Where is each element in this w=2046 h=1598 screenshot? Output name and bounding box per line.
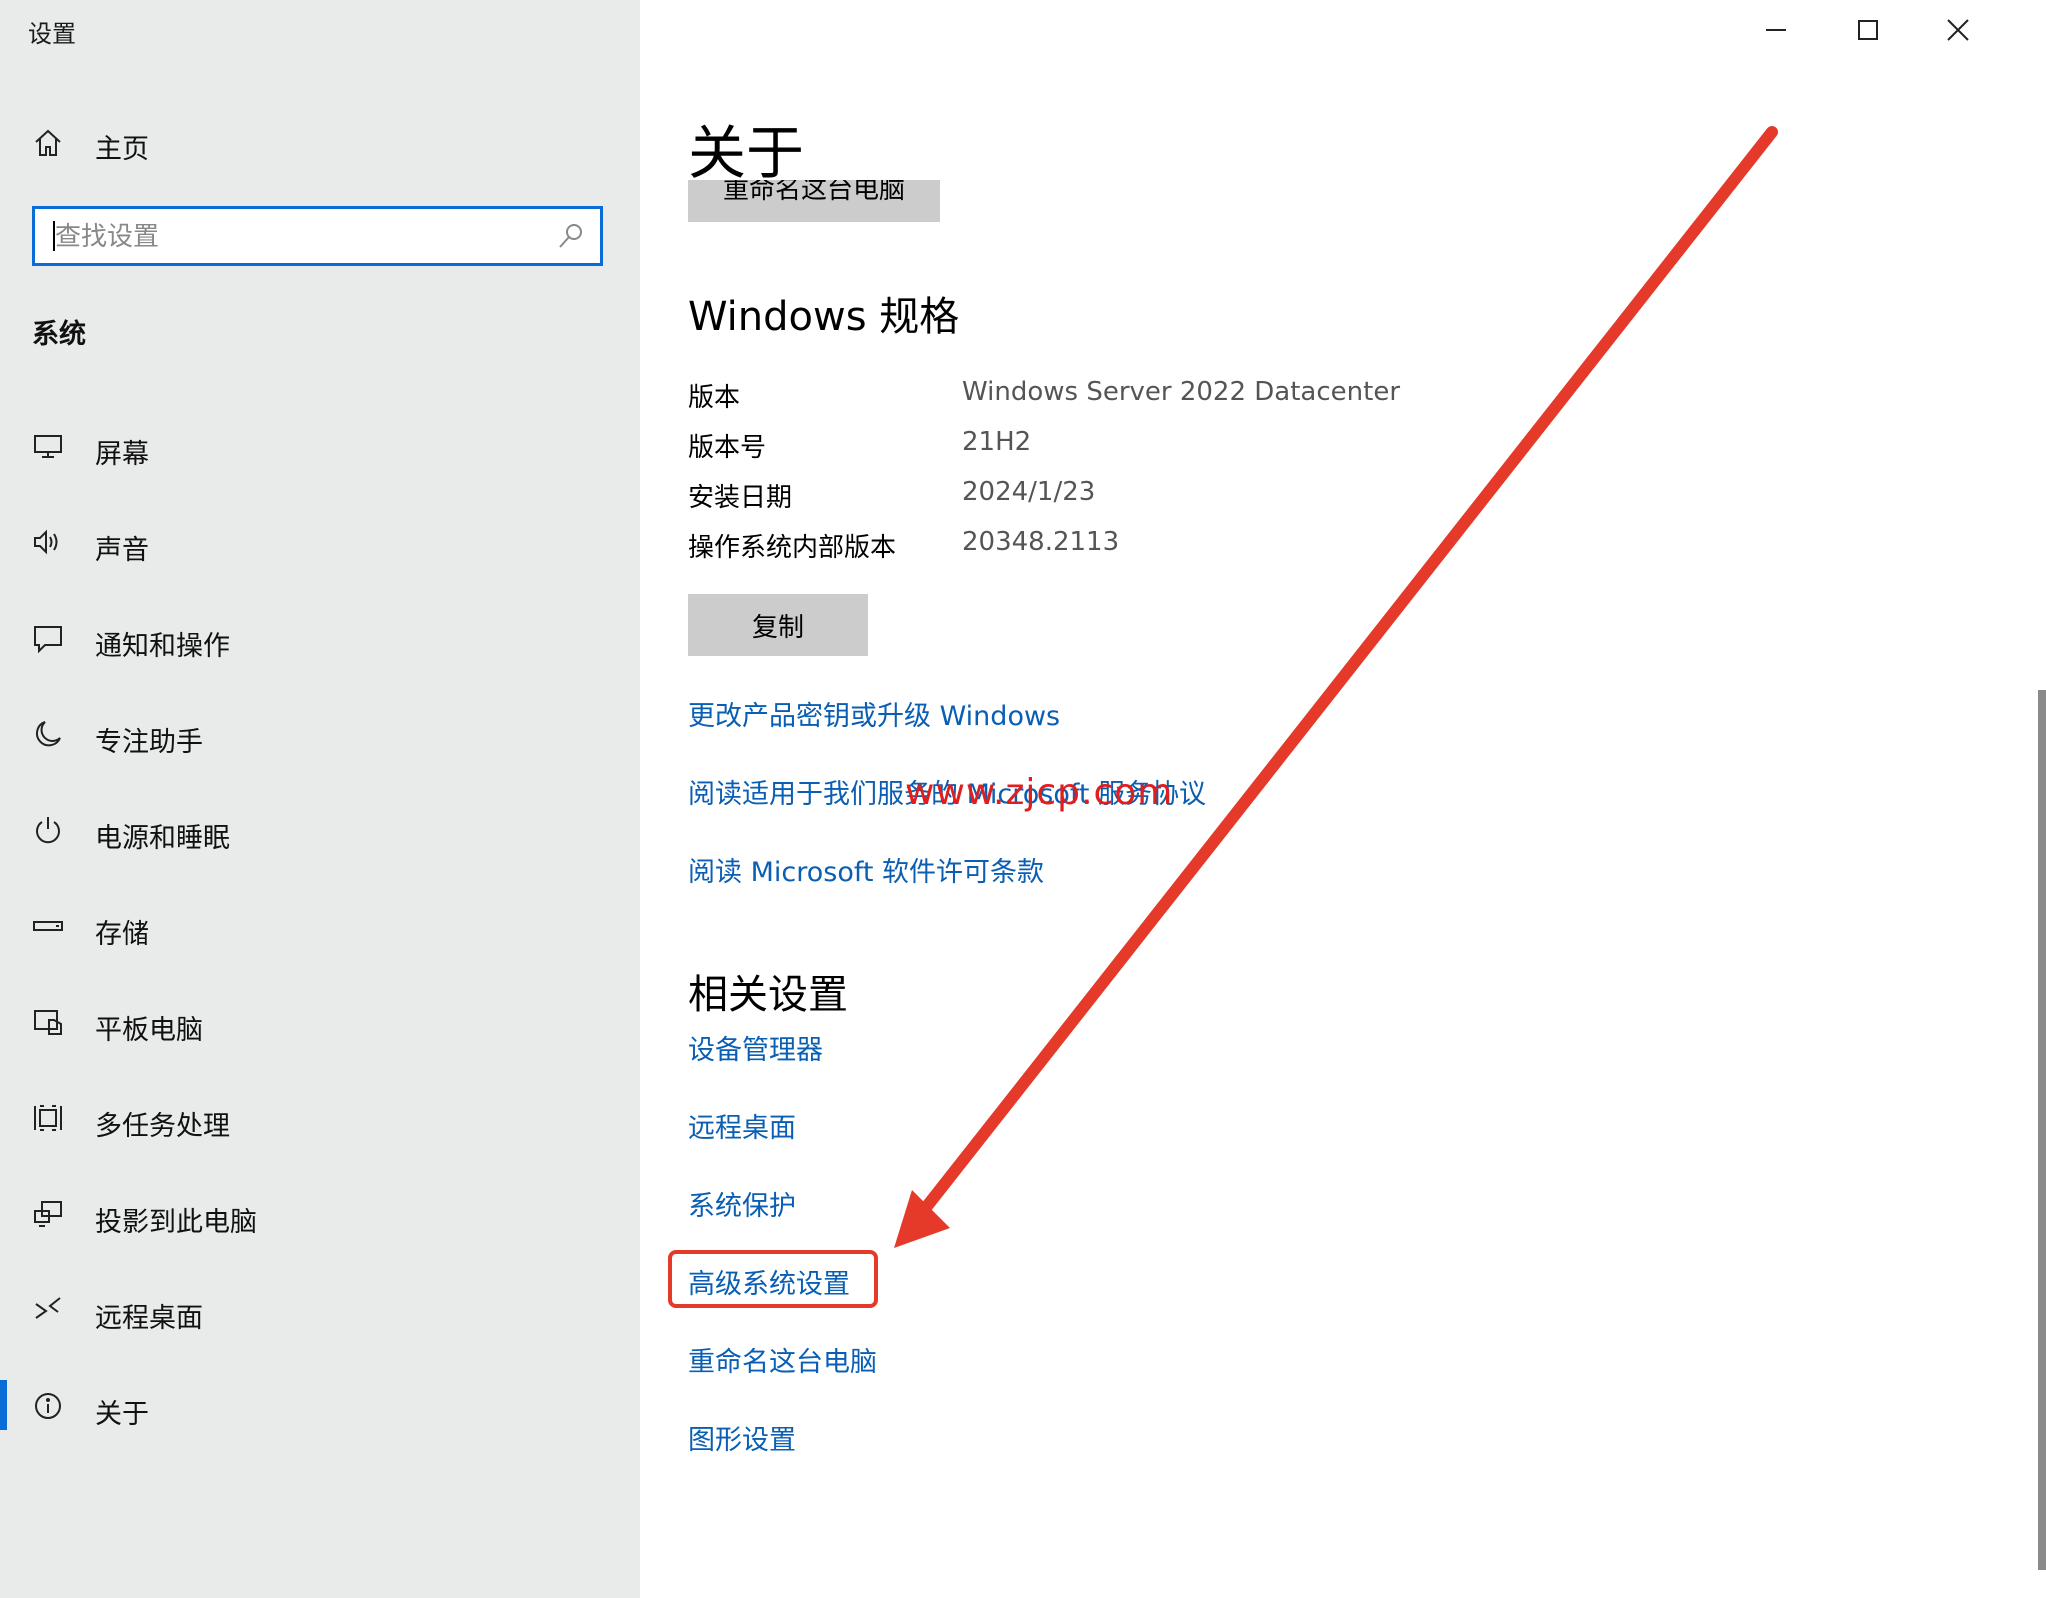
sidebar-item-notifications[interactable]: 通知和操作	[0, 612, 640, 668]
remote-desktop-link[interactable]: 远程桌面	[688, 1106, 796, 1145]
sidebar-item-label: 专注助手	[95, 727, 203, 758]
project-icon	[30, 1196, 66, 1232]
spec-value: 2024/1/23	[962, 477, 1096, 507]
app-title: 设置	[28, 20, 76, 48]
sidebar-item-tablet[interactable]: 平板电脑	[0, 996, 640, 1052]
monitor-icon	[30, 428, 66, 464]
copy-button[interactable]: 复制	[688, 594, 868, 656]
page-title: 关于	[688, 119, 805, 187]
sidebar-item-label: 声音	[95, 535, 149, 566]
main-content: 关于 重命名这台电脑 Windows 规格 版本 Windows Server …	[688, 0, 1988, 1598]
spec-row: 版本号 21H2	[688, 427, 1588, 467]
spec-label: 安装日期	[688, 483, 793, 513]
spec-row: 安装日期 2024/1/23	[688, 477, 1588, 517]
spec-row: 操作系统内部版本 20348.2113	[688, 527, 1588, 567]
sidebar-item-label: 屏幕	[95, 439, 149, 470]
system-protection-link[interactable]: 系统保护	[688, 1184, 796, 1223]
watermark-text: www.zjcp.com	[905, 772, 1174, 813]
spec-label: 操作系统内部版本	[688, 533, 897, 563]
rename-pc-link[interactable]: 重命名这台电脑	[688, 1340, 877, 1379]
device-manager-link[interactable]: 设备管理器	[688, 1028, 823, 1067]
spec-value: 20348.2113	[962, 527, 1120, 557]
nav-home[interactable]: 主页	[0, 118, 640, 168]
sidebar-item-label: 关于	[95, 1399, 149, 1430]
spec-value: 21H2	[962, 427, 1032, 457]
sidebar-item-label: 平板电脑	[95, 1015, 203, 1046]
license-terms-link[interactable]: 阅读 Microsoft 软件许可条款	[688, 850, 1044, 889]
spec-section-title: Windows 规格	[688, 294, 960, 340]
sidebar-item-project[interactable]: 投影到此电脑	[0, 1188, 640, 1244]
sidebar-item-sound[interactable]: 声音	[0, 516, 640, 572]
sidebar-item-label: 存储	[95, 919, 149, 950]
search-icon[interactable]	[556, 221, 586, 251]
sidebar-section-title: 系统	[32, 319, 86, 350]
storage-icon	[30, 908, 66, 944]
sidebar-item-focus-assist[interactable]: 专注助手	[0, 708, 640, 764]
sidebar-item-label: 投影到此电脑	[95, 1207, 257, 1238]
message-icon	[30, 620, 66, 656]
graphics-settings-link[interactable]: 图形设置	[688, 1418, 796, 1457]
sidebar-item-multitasking[interactable]: 多任务处理	[0, 1092, 640, 1148]
spec-value: Windows Server 2022 Datacenter	[962, 377, 1401, 407]
search-input[interactable]	[53, 209, 537, 265]
nav-home-label: 主页	[95, 134, 149, 165]
multitask-icon	[30, 1100, 66, 1136]
spec-row: 版本 Windows Server 2022 Datacenter	[688, 377, 1588, 417]
sidebar-item-label: 通知和操作	[95, 631, 230, 662]
spec-label: 版本号	[688, 433, 767, 463]
change-product-key-link[interactable]: 更改产品密钥或升级 Windows	[688, 694, 1060, 733]
info-icon	[30, 1388, 66, 1424]
rename-pc-button-label: 重命名这台电脑	[722, 180, 905, 205]
spec-label: 版本	[688, 383, 741, 413]
tablet-icon	[30, 1004, 66, 1040]
remote-icon	[30, 1292, 66, 1328]
search-box[interactable]	[32, 206, 603, 266]
sidebar-item-label: 远程桌面	[95, 1303, 203, 1334]
home-icon	[30, 125, 66, 161]
speaker-icon	[30, 524, 66, 560]
sidebar-item-power[interactable]: 电源和睡眠	[0, 804, 640, 860]
related-settings-title: 相关设置	[688, 972, 848, 1018]
moon-icon	[30, 716, 66, 752]
sidebar-item-label: 多任务处理	[95, 1111, 230, 1142]
highlight-box	[668, 1250, 878, 1308]
rename-pc-button[interactable]: 重命名这台电脑	[688, 180, 940, 222]
sidebar-item-label: 电源和睡眠	[95, 823, 230, 854]
power-icon	[30, 812, 66, 848]
sidebar-item-about[interactable]: 关于	[0, 1380, 640, 1436]
sidebar-item-remote-desktop[interactable]: 远程桌面	[0, 1284, 640, 1340]
sidebar: 设置 主页 系统 屏幕 声音 通知和操作 专注助手	[0, 0, 640, 1598]
sidebar-item-storage[interactable]: 存储	[0, 900, 640, 956]
sidebar-item-display[interactable]: 屏幕	[0, 420, 640, 476]
scrollbar[interactable]	[2038, 690, 2046, 1570]
